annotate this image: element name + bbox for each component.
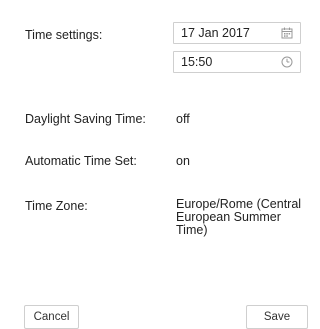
date-value: 17 Jan 2017 (181, 26, 250, 40)
time-zone-label: Time Zone: (25, 199, 88, 213)
time-zone-value: Europe/Rome (Central European Summer Tim… (176, 198, 311, 237)
cancel-button[interactable]: Cancel (24, 305, 79, 329)
time-field[interactable]: 15:50 (173, 51, 301, 73)
time-value: 15:50 (181, 55, 213, 69)
daylight-saving-value: off (176, 112, 190, 126)
date-field[interactable]: 17 Jan 2017 (173, 22, 301, 44)
save-button[interactable]: Save (246, 305, 308, 329)
daylight-saving-label: Daylight Saving Time: (25, 112, 146, 126)
automatic-time-label: Automatic Time Set: (25, 154, 137, 168)
calendar-icon[interactable] (281, 27, 293, 39)
time-zone-line: Time) (176, 223, 208, 237)
clock-icon[interactable] (281, 56, 293, 68)
time-settings-label: Time settings: (25, 28, 103, 42)
automatic-time-value: on (176, 154, 190, 168)
